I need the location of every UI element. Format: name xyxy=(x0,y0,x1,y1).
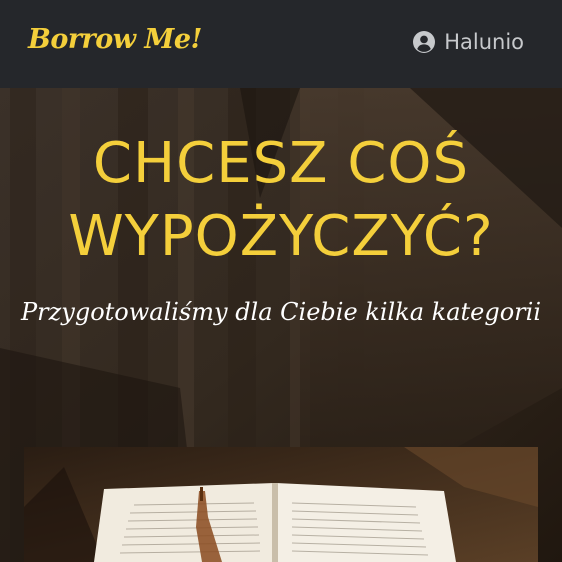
category-card-image xyxy=(24,447,538,562)
user-menu[interactable]: Halunio xyxy=(413,30,524,54)
navbar: Borrow Me! Halunio xyxy=(0,0,562,88)
hero-title-line2: WYPOŻYCZYĆ? xyxy=(68,204,494,269)
hero-subtitle: Przygotowaliśmy dla Ciebie kilka kategor… xyxy=(21,298,541,326)
brand-logo[interactable]: Borrow Me! xyxy=(28,24,202,55)
user-circle-icon xyxy=(413,31,436,53)
hero-section: CHCESZ COŚ WYPOŻYCZYĆ? Przygotowaliśmy d… xyxy=(0,88,562,562)
hero-title-line1: CHCESZ COŚ xyxy=(92,131,470,196)
category-card[interactable] xyxy=(24,447,538,562)
username: Halunio xyxy=(444,30,524,54)
